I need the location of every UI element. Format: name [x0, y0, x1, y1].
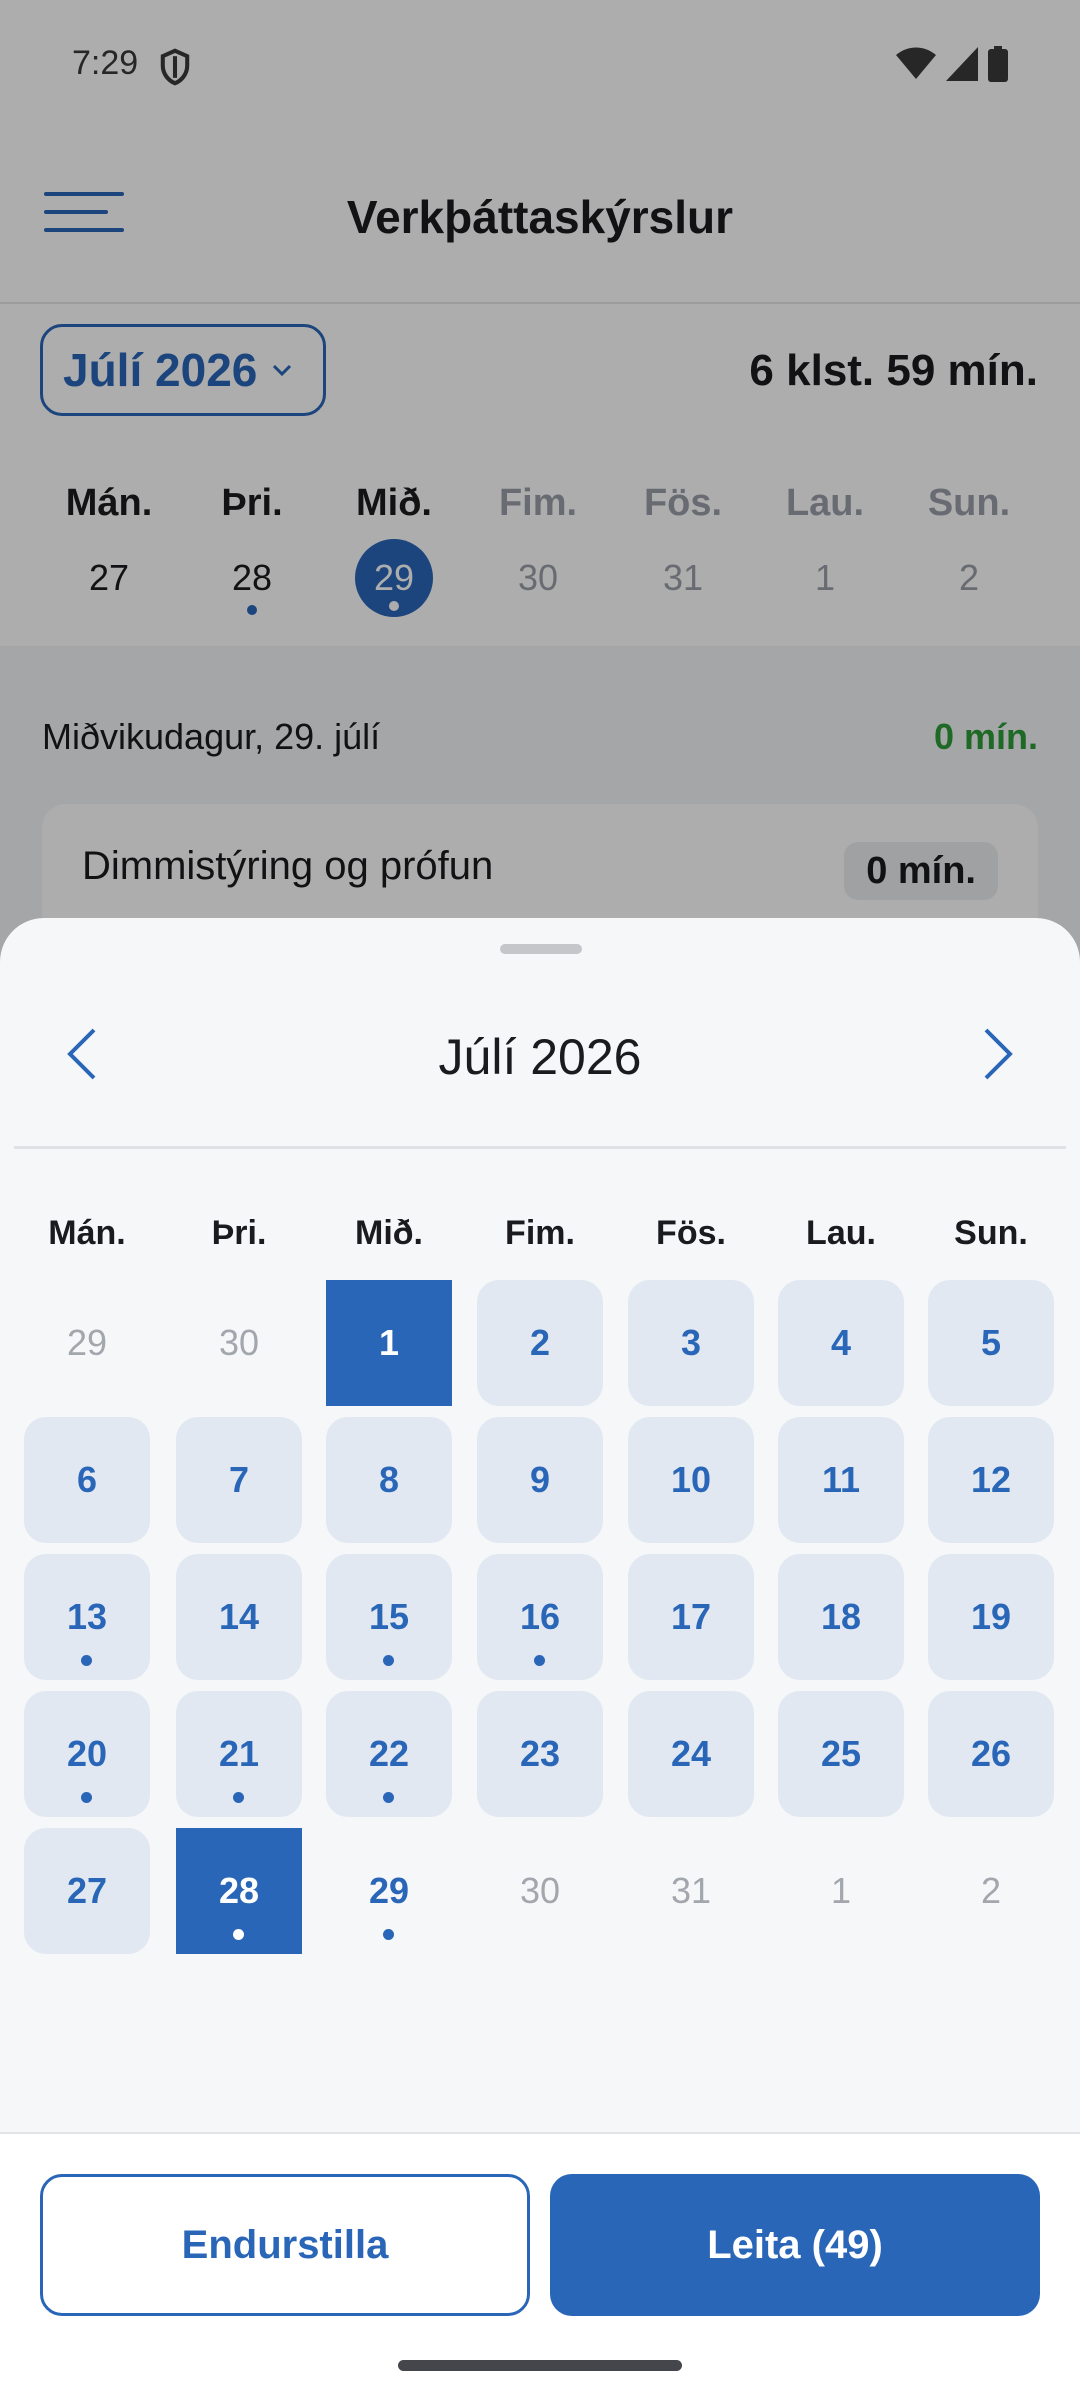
calendar-day-label: 2 [980, 1870, 1002, 1911]
calendar-day-cell[interactable]: 16 [477, 1554, 603, 1680]
calendar-weekday-header: Mán. [48, 1214, 126, 1252]
calendar-day-cell[interactable]: 21 [176, 1691, 302, 1817]
divider [14, 1146, 1066, 1149]
calendar-weekday-header: Fös. [656, 1214, 726, 1252]
calendar-day-cell: 1 [778, 1828, 904, 1954]
calendar-day-label: 6 [76, 1459, 98, 1500]
calendar-day-cell: 29 [24, 1280, 150, 1406]
calendar-day-cell[interactable]: 8 [326, 1417, 452, 1543]
calendar-day-label: 18 [820, 1596, 862, 1637]
calendar-day-label: 2 [529, 1322, 551, 1363]
calendar-day-label: 14 [218, 1596, 260, 1637]
calendar-day-cell[interactable]: 15 [326, 1554, 452, 1680]
calendar-day-label: 9 [529, 1459, 551, 1500]
calendar-day-cell[interactable]: 4 [778, 1280, 904, 1406]
calendar-day-label: 5 [980, 1322, 1002, 1363]
calendar-day-cell: 2 [928, 1828, 1054, 1954]
calendar-day-label: 17 [670, 1596, 712, 1637]
calendar-day-label: 25 [820, 1733, 862, 1774]
calendar-day-label: 31 [670, 1870, 712, 1911]
calendar-day-cell: 30 [176, 1280, 302, 1406]
calendar-day-label: 11 [821, 1459, 861, 1500]
calendar-day-label: 29 [66, 1322, 108, 1363]
calendar-day-label: 26 [970, 1733, 1012, 1774]
calendar-day-label: 30 [218, 1322, 260, 1363]
drag-handle[interactable] [500, 944, 582, 954]
search-button[interactable]: Leita (49) [550, 2174, 1040, 2316]
calendar-day-cell[interactable]: 7 [176, 1417, 302, 1543]
calendar-day-cell[interactable]: 18 [778, 1554, 904, 1680]
calendar-day-label: 30 [519, 1870, 561, 1911]
entry-dot [383, 1929, 394, 1940]
calendar-day-cell: 31 [628, 1828, 754, 1954]
calendar-day-label: 28 [218, 1870, 260, 1911]
calendar-day-label: 23 [519, 1733, 561, 1774]
entry-dot [81, 1792, 92, 1803]
home-indicator[interactable] [398, 2360, 682, 2371]
calendar-day-cell[interactable]: 14 [176, 1554, 302, 1680]
entry-dot [81, 1655, 92, 1666]
calendar-day-cell[interactable]: 28 [176, 1828, 302, 1954]
calendar-day-label: 16 [519, 1596, 561, 1637]
date-picker-sheet: Júlí 2026 Mán. Þri. Mið. Fim. Fös. Lau. Sun. 2… [0, 918, 1080, 2400]
calendar-day-label: 1 [378, 1322, 400, 1363]
calendar-day-cell[interactable]: 13 [24, 1554, 150, 1680]
calendar-weekday-header: Mið. [355, 1214, 423, 1252]
calendar-day-label: 15 [368, 1596, 410, 1637]
calendar-day-cell[interactable]: 29 [326, 1828, 452, 1954]
calendar-day-cell[interactable]: 6 [24, 1417, 150, 1543]
calendar-day-label: 10 [670, 1459, 712, 1500]
calendar-day-label: 19 [970, 1596, 1012, 1637]
calendar-day-cell[interactable]: 2 [477, 1280, 603, 1406]
calendar-day-cell[interactable]: 19 [928, 1554, 1054, 1680]
calendar-day-label: 21 [218, 1733, 260, 1774]
calendar-day-label: 7 [228, 1459, 250, 1500]
calendar-day-cell[interactable]: 23 [477, 1691, 603, 1817]
calendar-weekday-header: Sun. [954, 1214, 1028, 1252]
calendar-weekday-header: Fim. [505, 1214, 575, 1252]
calendar-day-label: 22 [368, 1733, 410, 1774]
calendar-day-cell[interactable]: 11 [778, 1417, 904, 1543]
calendar-day-label: 12 [970, 1459, 1012, 1500]
calendar-day-cell[interactable]: 12 [928, 1417, 1054, 1543]
calendar-day-label: 29 [368, 1870, 410, 1911]
entry-dot [534, 1655, 545, 1666]
calendar-day-label: 1 [830, 1870, 852, 1911]
entry-dot [233, 1792, 244, 1803]
entry-dot [383, 1655, 394, 1666]
calendar-day-cell[interactable]: 20 [24, 1691, 150, 1817]
calendar-weekday-header: Lau. [806, 1214, 876, 1252]
calendar-day-label: 8 [378, 1459, 400, 1500]
calendar-day-cell[interactable]: 17 [628, 1554, 754, 1680]
entry-dot [233, 1929, 244, 1940]
calendar-day-label: 24 [670, 1733, 712, 1774]
calendar-day-cell[interactable]: 1 [326, 1280, 452, 1406]
calendar-day-label: 20 [66, 1733, 108, 1774]
chevron-right-icon[interactable] [966, 1024, 1026, 1084]
calendar-day-cell[interactable]: 25 [778, 1691, 904, 1817]
sheet-month-title: Júlí 2026 [438, 1029, 642, 1085]
calendar-day-cell[interactable]: 5 [928, 1280, 1054, 1406]
calendar-day-cell[interactable]: 22 [326, 1691, 452, 1817]
calendar-day-label: 27 [66, 1870, 108, 1911]
reset-button[interactable]: Endurstilla [40, 2174, 530, 2316]
entry-dot [383, 1792, 394, 1803]
calendar-day-label: 13 [66, 1596, 108, 1637]
calendar-day-cell: 30 [477, 1828, 603, 1954]
calendar-day-label: 4 [830, 1322, 852, 1363]
calendar-day-cell[interactable]: 10 [628, 1417, 754, 1543]
calendar-day-cell[interactable]: 26 [928, 1691, 1054, 1817]
calendar-day-cell[interactable]: 3 [628, 1280, 754, 1406]
calendar-day-cell[interactable]: 27 [24, 1828, 150, 1954]
calendar-weekday-header: Þri. [211, 1214, 267, 1252]
calendar-day-label: 3 [680, 1322, 702, 1363]
calendar-day-cell[interactable]: 9 [477, 1417, 603, 1543]
calendar-day-cell[interactable]: 24 [628, 1691, 754, 1817]
